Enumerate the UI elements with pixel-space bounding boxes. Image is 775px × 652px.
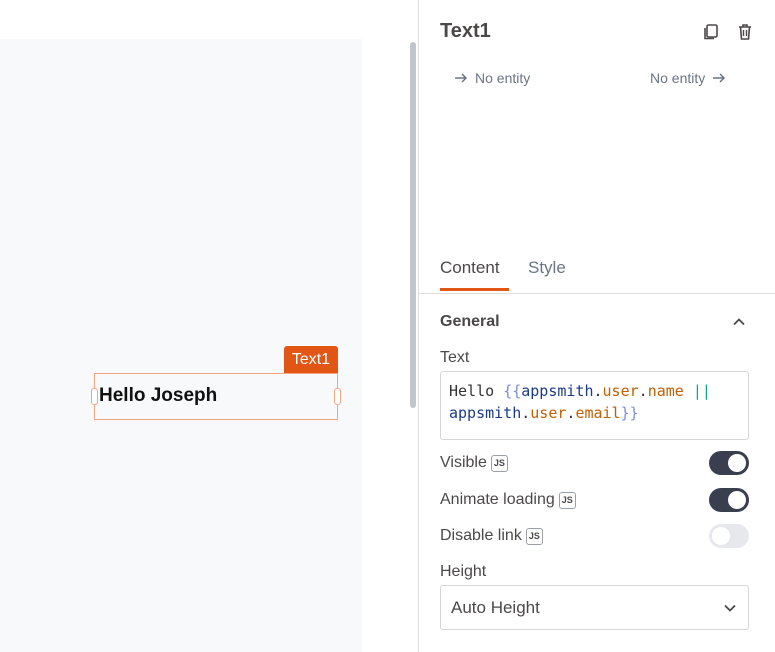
code-property: user bbox=[530, 404, 567, 422]
visible-label: Visible bbox=[440, 454, 487, 471]
text-code-editor[interactable]: Hello {{appsmith.user.name || appsmith.u… bbox=[440, 371, 749, 440]
toggle-knob bbox=[728, 454, 746, 472]
code-line-1: Hello {{appsmith.user.name || bbox=[449, 380, 740, 402]
tab-style[interactable]: Style bbox=[528, 258, 566, 288]
code-property: name bbox=[647, 382, 684, 400]
chevron-up-icon[interactable] bbox=[731, 314, 747, 330]
code-line-2: appsmith.user.email}} bbox=[449, 402, 740, 424]
text-widget[interactable]: Hello Joseph bbox=[91, 373, 341, 420]
disable-link-toggle[interactable] bbox=[709, 524, 749, 548]
toggle-knob bbox=[728, 491, 746, 509]
height-label: Height bbox=[440, 563, 487, 580]
visible-row: Visible JS bbox=[440, 450, 749, 476]
property-pane: Text1 No entity No entity Content Style … bbox=[418, 0, 775, 652]
code-property: email bbox=[575, 404, 621, 422]
canvas-area: Text1 Hello Joseph bbox=[0, 0, 418, 652]
outgoing-entity-label: No entity bbox=[650, 70, 706, 86]
code-brace-open: {{ bbox=[503, 382, 522, 400]
js-toggle-visible[interactable]: JS bbox=[490, 454, 508, 472]
js-toggle-animate-loading[interactable]: JS bbox=[558, 491, 576, 509]
code-dot: . bbox=[521, 404, 531, 422]
text-field-label: Text bbox=[440, 349, 470, 366]
height-select-value: Auto Height bbox=[451, 597, 540, 617]
incoming-entity-label: No entity bbox=[475, 70, 531, 86]
code-text: Hello bbox=[449, 382, 504, 400]
animate-loading-toggle[interactable] bbox=[709, 488, 749, 512]
outgoing-entity[interactable]: No entity bbox=[650, 70, 727, 86]
arrow-right-icon bbox=[713, 73, 726, 83]
code-dot: . bbox=[638, 382, 648, 400]
code-operator: || bbox=[692, 382, 711, 400]
code-identifier: appsmith bbox=[521, 382, 594, 400]
code-brace-close: }} bbox=[620, 404, 639, 422]
disable-link-row: Disable link JS bbox=[440, 523, 749, 549]
page-title[interactable]: Text1 bbox=[440, 20, 491, 43]
resize-handle-right[interactable] bbox=[334, 388, 341, 405]
disable-link-label: Disable link bbox=[440, 527, 522, 544]
property-tabs: Content Style bbox=[419, 252, 775, 294]
chevron-down-icon bbox=[724, 604, 736, 612]
animate-loading-label: Animate loading bbox=[440, 491, 555, 508]
animate-loading-row: Animate loading JS bbox=[440, 487, 749, 513]
height-select[interactable]: Auto Height bbox=[440, 585, 749, 630]
canvas-scrollbar[interactable] bbox=[410, 42, 416, 408]
widget-text-content: Hello Joseph bbox=[99, 385, 218, 406]
code-identifier: appsmith bbox=[449, 404, 522, 422]
section-general-title[interactable]: General bbox=[440, 313, 500, 331]
toggle-knob bbox=[712, 527, 730, 545]
copy-icon[interactable] bbox=[701, 22, 721, 42]
resize-handle-left[interactable] bbox=[91, 388, 98, 405]
incoming-entity[interactable]: No entity bbox=[453, 70, 530, 86]
visible-toggle[interactable] bbox=[709, 451, 749, 475]
trash-icon[interactable] bbox=[735, 22, 755, 42]
widget-name-tag[interactable]: Text1 bbox=[284, 346, 338, 373]
js-toggle-disable-link[interactable]: JS bbox=[525, 527, 543, 545]
tab-content[interactable]: Content bbox=[440, 258, 509, 291]
code-dot: . bbox=[593, 382, 603, 400]
code-property: user bbox=[602, 382, 639, 400]
arrow-right-icon bbox=[455, 73, 468, 83]
